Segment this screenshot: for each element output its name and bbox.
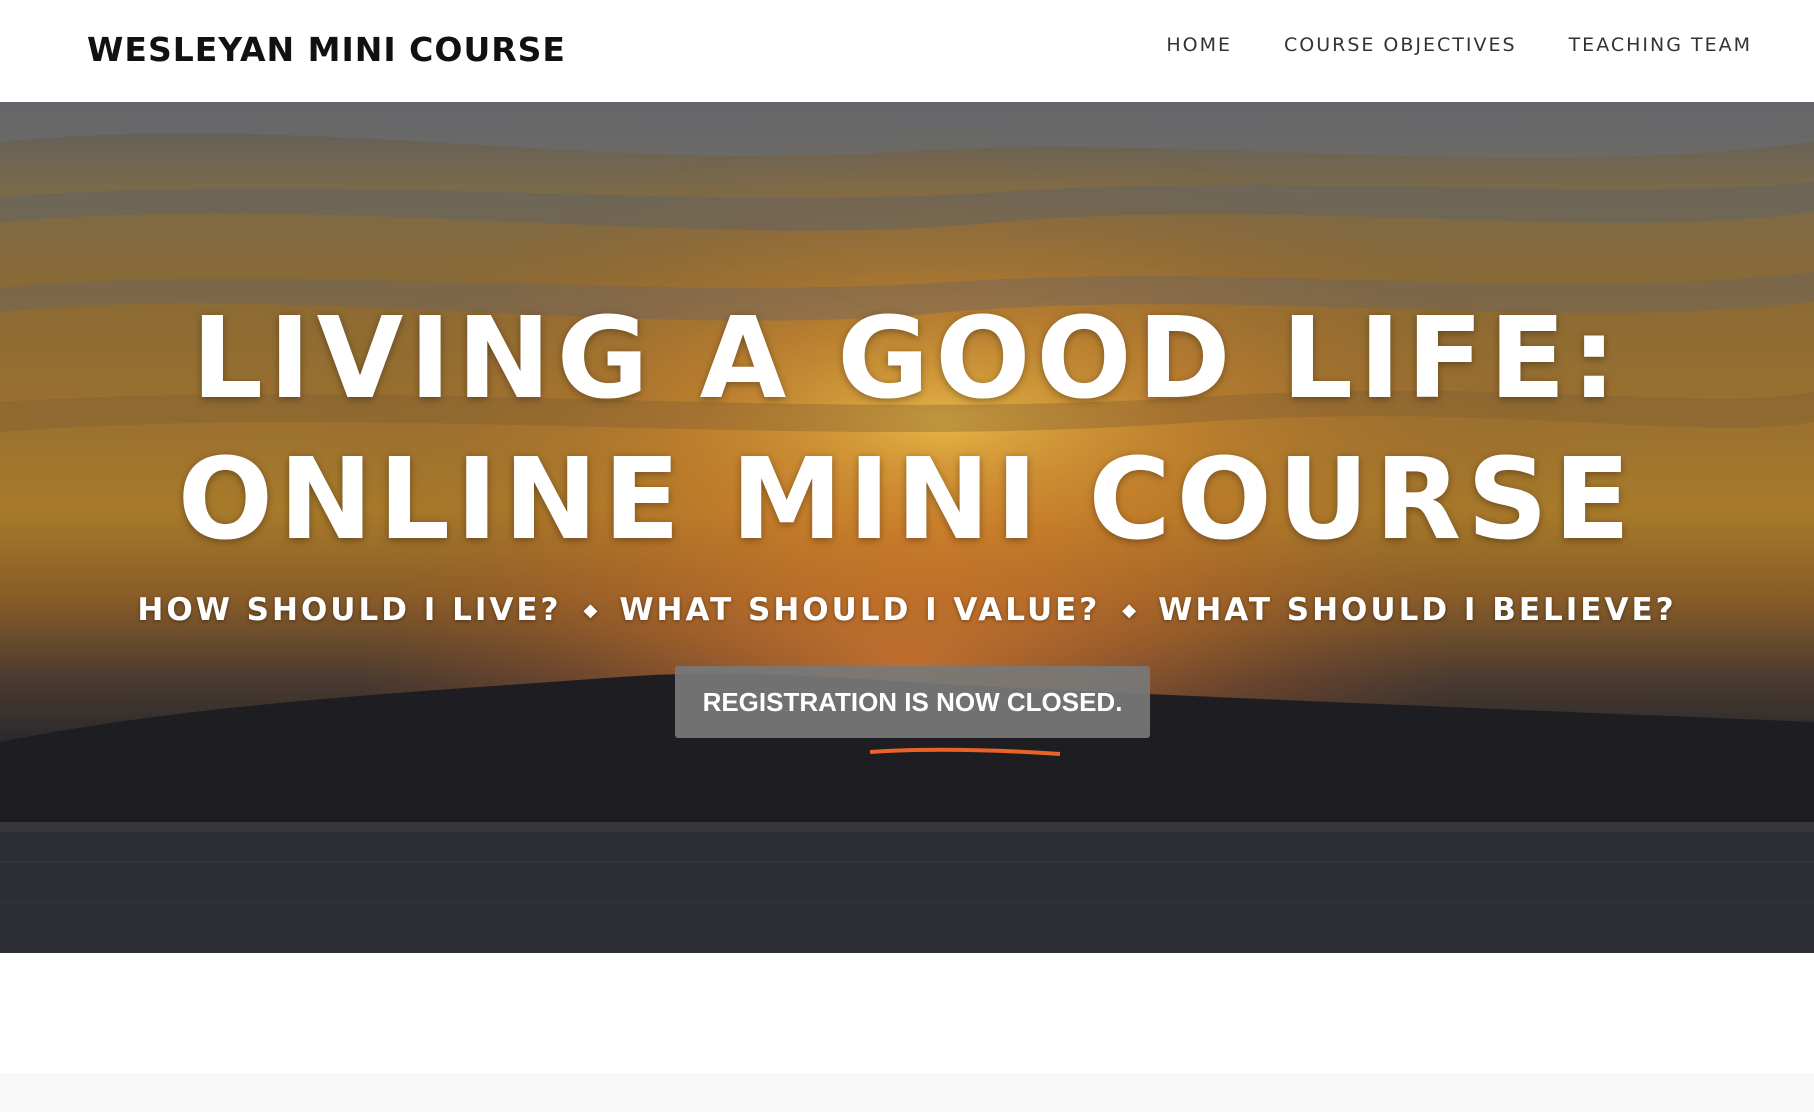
hero-content: LIVING A GOOD LIFE: ONLINE MINI COURSE H… xyxy=(0,102,1814,953)
next-section-strip xyxy=(0,1073,1814,1112)
nav-menu: HOME COURSE OBJECTIVES TEACHING TEAM xyxy=(1166,34,1752,56)
question-live: HOW SHOULD I LIVE? xyxy=(137,592,562,628)
top-navbar: WESLEYAN MINI COURSE HOME COURSE OBJECTI… xyxy=(0,0,1814,102)
nav-teaching-team-link[interactable]: TEACHING TEAM xyxy=(1569,34,1752,56)
hero-title-line2: ONLINE MINI COURSE xyxy=(177,435,1637,565)
hero-banner: LIVING A GOOD LIFE: ONLINE MINI COURSE H… xyxy=(0,102,1814,953)
question-believe: WHAT SHOULD I BELIEVE? xyxy=(1158,592,1677,628)
nav-home-link[interactable]: HOME xyxy=(1166,34,1232,56)
site-brand-link[interactable]: WESLEYAN MINI COURSE xyxy=(87,30,566,69)
diamond-icon: ◆ xyxy=(583,599,598,621)
hero-title-line1: LIVING A GOOD LIFE: xyxy=(191,294,1623,424)
content-spacer xyxy=(0,953,1814,1073)
registration-closed-button[interactable]: REGISTRATION IS NOW CLOSED. xyxy=(675,666,1150,738)
question-value: WHAT SHOULD I VALUE? xyxy=(619,592,1101,628)
nav-course-objectives-link[interactable]: COURSE OBJECTIVES xyxy=(1284,34,1517,56)
diamond-icon: ◆ xyxy=(1122,599,1137,621)
hero-questions: HOW SHOULD I LIVE? ◆ WHAT SHOULD I VALUE… xyxy=(0,592,1814,628)
